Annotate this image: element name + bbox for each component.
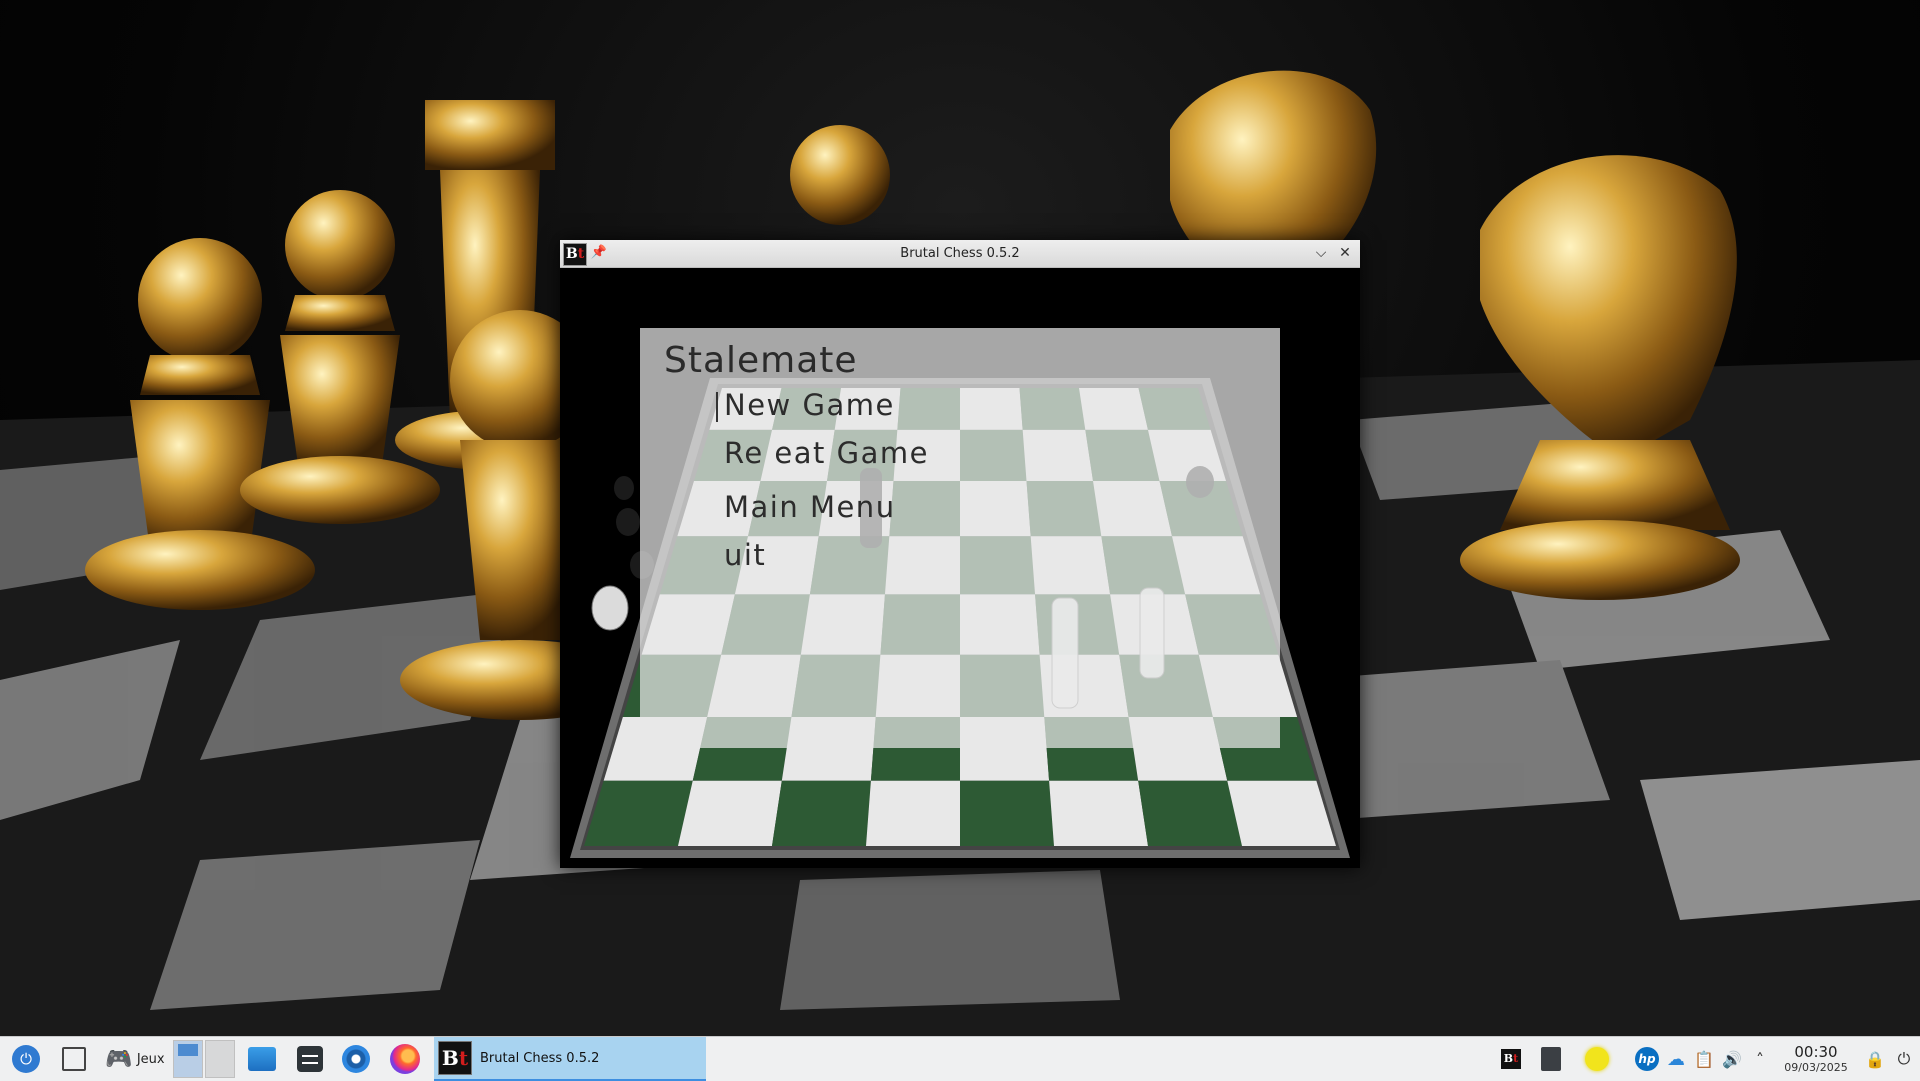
repeat-game-button[interactable]: Re eat Game (724, 436, 929, 470)
tray-expand[interactable]: ˄ (1746, 1037, 1774, 1081)
task-brutal-chess[interactable]: Bt Brutal Chess 0.5.2 (434, 1037, 706, 1081)
digital-clock[interactable]: 00:30 09/03/2025 (1778, 1037, 1854, 1081)
tray-hp[interactable]: hp (1632, 1037, 1662, 1081)
board-square (960, 780, 1054, 846)
tray-network[interactable]: ☁ (1662, 1037, 1690, 1081)
virtual-desktop-pager[interactable] (172, 1037, 236, 1081)
board-square (1138, 780, 1242, 846)
window-title: Brutal Chess 0.5.2 (900, 246, 1020, 261)
main-menu-button[interactable]: Main Menu (724, 490, 896, 524)
board-square (1049, 780, 1148, 846)
folder-icon (248, 1047, 276, 1071)
settings-icon (297, 1046, 323, 1072)
chevron-up-icon: ˄ (1756, 1049, 1764, 1069)
lock-icon: 🔒 (1865, 1049, 1885, 1069)
calculator-icon (1541, 1047, 1561, 1071)
board-square (772, 780, 871, 846)
hp-icon: hp (1635, 1047, 1659, 1071)
games-label: Jeux (136, 1051, 165, 1067)
desktop-2[interactable] (205, 1040, 235, 1078)
volume-icon: 🔊 (1722, 1049, 1742, 1069)
game-viewport[interactable]: Stalemate New Game Re eat Game Main Menu… (560, 268, 1360, 868)
desktop-1[interactable] (173, 1040, 203, 1078)
new-game-button[interactable]: New Game (716, 388, 966, 424)
tray-volume[interactable]: 🔊 (1718, 1037, 1746, 1081)
tray-brutal-chess[interactable]: Bt (1496, 1037, 1526, 1081)
games-menu-button[interactable]: 🎮 Jeux (100, 1037, 170, 1081)
firefox-launcher[interactable] (384, 1037, 426, 1081)
power-button[interactable]: ⏻ (1890, 1037, 1918, 1081)
network-icon: ☁ (1667, 1048, 1685, 1070)
game-status-title: Stalemate (664, 340, 858, 381)
brutal-chess-task-icon: Bt (438, 1041, 472, 1075)
brutal-chess-window: Bt 📌 Brutal Chess 0.5.2 ⌵ ✕ Stalemate Ne… (560, 240, 1360, 868)
board-square (678, 780, 782, 846)
black-pawn (616, 508, 640, 536)
application-launcher[interactable]: ⏻ (6, 1037, 46, 1081)
game-over-menu: Stalemate New Game Re eat Game Main Menu… (640, 328, 1280, 748)
task-label: Brutal Chess 0.5.2 (480, 1050, 600, 1066)
power-icon: ⏻ (1897, 1049, 1911, 1068)
show-desktop-button[interactable] (56, 1037, 92, 1081)
discover-icon (342, 1045, 370, 1073)
sun-icon (1585, 1047, 1609, 1071)
minimize-icon[interactable]: ⌵ (1310, 243, 1332, 264)
clipboard-icon: 📋 (1694, 1049, 1714, 1069)
discover-launcher[interactable] (338, 1037, 374, 1081)
brutal-chess-tray-icon: Bt (1501, 1049, 1521, 1069)
taskbar: ⏻ 🎮 Jeux Bt Brutal Chess 0.5.2 Bt hp ☁ 📋… (0, 1036, 1920, 1081)
clock-date: 09/03/2025 (1784, 1061, 1848, 1074)
tray-night-color[interactable] (1580, 1037, 1614, 1081)
launcher-icon: ⏻ (12, 1045, 40, 1073)
tray-clipboard[interactable]: 📋 (1690, 1037, 1718, 1081)
board-square (866, 780, 960, 846)
file-manager-launcher[interactable] (244, 1037, 280, 1081)
system-settings-launcher[interactable] (292, 1037, 328, 1081)
tray-calculator[interactable] (1536, 1037, 1566, 1081)
close-icon[interactable]: ✕ (1334, 243, 1356, 264)
lock-screen-button[interactable]: 🔒 (1862, 1037, 1888, 1081)
black-pawn (614, 476, 634, 500)
firefox-icon (390, 1044, 420, 1074)
white-pawn (591, 585, 629, 631)
show-desktop-icon (62, 1047, 86, 1071)
clock-time: 00:30 (1794, 1043, 1838, 1061)
window-titlebar[interactable]: Bt 📌 Brutal Chess 0.5.2 ⌵ ✕ (560, 240, 1360, 268)
gamepad-icon: 🎮 (105, 1046, 133, 1072)
quit-button[interactable]: uit (724, 538, 766, 572)
